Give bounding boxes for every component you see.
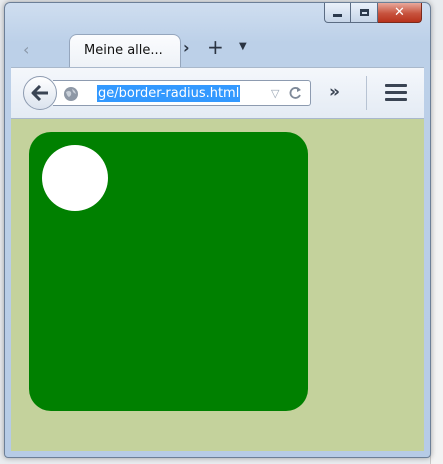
globe-icon bbox=[64, 87, 78, 101]
chevron-right-icon[interactable]: › bbox=[183, 38, 190, 57]
maximize-icon bbox=[359, 9, 369, 16]
navigation-toolbar: ge/border-radius.html ▽ » bbox=[11, 67, 424, 119]
minimize-button[interactable] bbox=[324, 3, 351, 23]
browser-window: ✕ ‹ Meine alle... › + ▼ ge/border-radius… bbox=[4, 2, 431, 458]
chevron-left-icon[interactable]: ‹ bbox=[23, 40, 29, 59]
hamburger-menu-icon[interactable] bbox=[385, 84, 407, 102]
toolbar-separator bbox=[366, 76, 367, 110]
back-button[interactable] bbox=[23, 76, 57, 110]
tab-strip: ‹ Meine alle... › + ▼ bbox=[11, 32, 424, 67]
dropdown-triangle-icon[interactable]: ▽ bbox=[271, 87, 279, 100]
tab-title: Meine alle... bbox=[84, 43, 163, 58]
maximize-button[interactable] bbox=[351, 3, 378, 23]
plus-icon[interactable]: + bbox=[207, 35, 224, 59]
tab-active[interactable]: Meine alle... bbox=[69, 34, 181, 67]
reload-icon[interactable] bbox=[287, 84, 303, 102]
white-circle bbox=[42, 145, 108, 211]
background-window-edge bbox=[430, 60, 443, 464]
url-bar[interactable]: ge/border-radius.html ▽ bbox=[53, 80, 311, 106]
chevron-down-icon[interactable]: ▼ bbox=[239, 41, 247, 52]
caption-buttons: ✕ bbox=[324, 3, 422, 24]
close-button[interactable]: ✕ bbox=[378, 3, 422, 23]
page-content bbox=[11, 119, 424, 451]
rounded-green-box bbox=[29, 132, 308, 411]
double-chevron-icon[interactable]: » bbox=[329, 82, 340, 102]
back-arrow-icon bbox=[31, 85, 48, 101]
minimize-icon bbox=[333, 14, 342, 17]
url-text[interactable]: ge/border-radius.html bbox=[97, 85, 241, 102]
close-icon: ✕ bbox=[394, 5, 405, 20]
